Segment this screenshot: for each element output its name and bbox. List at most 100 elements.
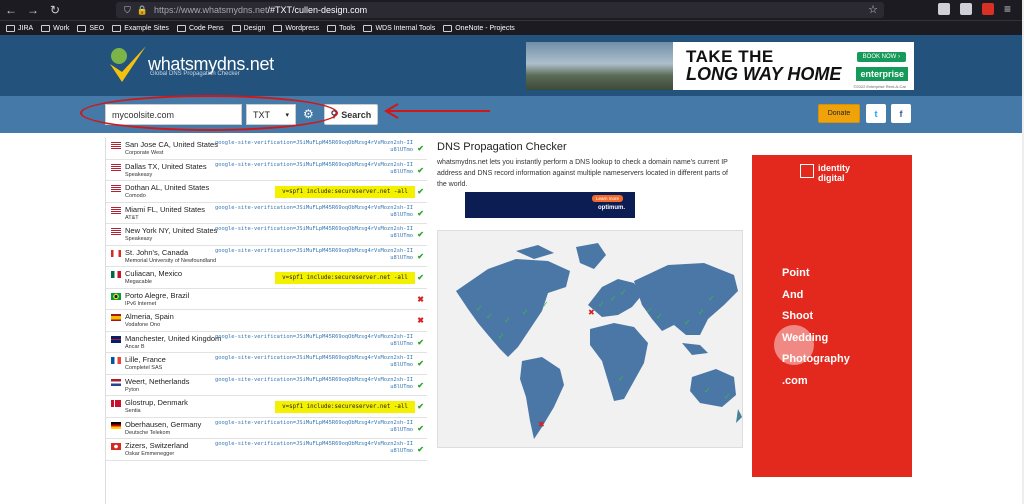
flag-de-icon <box>111 421 121 429</box>
map-ok-marker: ✓ <box>498 332 505 341</box>
folder-icon <box>231 24 241 32</box>
bookmark-label: WDS Internal Tools <box>375 24 436 32</box>
flag-br-icon <box>111 292 121 300</box>
ad-photo <box>526 42 673 90</box>
result-row: Miami FL, United States AT&T google-site-v… <box>106 203 427 224</box>
bookmark-label: Tools <box>339 24 356 32</box>
bookmark-item[interactable]: Work <box>41 24 69 32</box>
bookmarks-bar: JIRA Work SEO Example Sites Code Pens Design W… <box>0 20 1024 35</box>
result-row: New York NY, United States Speakeasy googl… <box>106 224 427 246</box>
lock-icon[interactable]: 🔒 <box>137 5 148 16</box>
result-value: google-site-verification=JSiMuFLpM45R69o… <box>215 226 413 239</box>
result-provider: Deutsche Telekom <box>125 429 171 436</box>
map-ok-marker: ✓ <box>656 312 663 321</box>
result-value: google-site-verification=JSiMuFLpM45R69o… <box>215 247 413 261</box>
back-icon[interactable]: ← <box>0 0 22 20</box>
results-list: San Jose CA, United States Corporate West… <box>105 138 427 504</box>
bookmark-item[interactable]: WDS Internal Tools <box>363 24 436 32</box>
identity-digital-logo-icon <box>800 164 814 178</box>
result-value: v=spf1 include:secureserver.net -all <box>275 186 415 198</box>
result-row: Culiacan, Mexico Megacable v=spf1 include:… <box>106 267 427 289</box>
bookmark-item[interactable]: Code Pens <box>176 24 224 32</box>
result-location: Dothan AL, United States <box>125 183 210 192</box>
donate-button[interactable]: Donate <box>818 104 860 123</box>
side-ad-line: Wedding <box>782 331 829 344</box>
folder-icon <box>327 24 337 32</box>
bookmark-item[interactable]: Design <box>231 24 266 32</box>
result-provider: Corporate West <box>125 150 164 156</box>
search-button-label: Search <box>341 109 372 120</box>
folder-icon <box>443 24 453 32</box>
world-map[interactable]: ✓ ✓ ✓ ✓ ✓ ✓ ✓ ✓ ✓ ✓ ✓ ✓ ✓ ✓ ✓ ✓ ✓ ✓ ✖ ✖ <box>437 230 743 448</box>
result-row: Oberhausen, Germany Deutsche Telekom googl… <box>106 418 427 439</box>
reload-icon[interactable]: ↻ <box>44 0 66 20</box>
inline-ad-cta[interactable]: Learn more <box>591 195 623 202</box>
pdf-extension-icon[interactable]: x <box>982 3 994 15</box>
pocket-icon[interactable]: p <box>938 3 950 15</box>
bookmark-item[interactable]: Example Sites <box>112 24 169 32</box>
result-location: Weert, Netherlands <box>125 376 190 386</box>
facebook-icon[interactable]: f <box>891 104 911 123</box>
account-icon[interactable]: a <box>960 3 972 15</box>
result-provider: Oskar Emmenegger <box>125 451 175 457</box>
side-ad-line: And <box>782 288 804 301</box>
bookmark-label: Design <box>243 24 266 32</box>
folder-icon <box>41 24 51 32</box>
bookmark-label: SEO <box>89 24 105 32</box>
map-ok-marker: ✓ <box>476 304 483 313</box>
folder-icon <box>363 24 373 32</box>
shield-icon[interactable]: ⛉ <box>124 5 131 16</box>
bookmark-label: Code Pens <box>188 24 224 32</box>
flag-gb-icon <box>111 335 121 343</box>
result-value: google-site-verification=JSiMuFLpM45R69o… <box>215 355 413 368</box>
cross-icon: ✖ <box>417 316 424 325</box>
result-value: google-site-verification=JSiMuFLpM45R69o… <box>215 333 413 347</box>
toolbar-extensions: p a x ≡ <box>938 3 1016 15</box>
annotation-arrow <box>384 103 490 119</box>
flag-nl-icon <box>111 378 121 386</box>
result-value: v=spf1 include:secureserver.net -all <box>275 401 415 413</box>
bookmark-item[interactable]: Wordpress <box>273 24 319 32</box>
result-provider: Completel SAS <box>125 365 163 371</box>
ad-book-now-button[interactable]: BOOK NOW › <box>856 52 906 62</box>
result-row: Porto Alegre, Brazil IPv6 Internet ✖ <box>106 289 427 310</box>
result-provider: Megacable <box>125 279 152 285</box>
intro-text: whatsmydns.net lets you instantly perfor… <box>437 159 728 188</box>
bookmark-item[interactable]: JIRA <box>6 24 33 32</box>
result-provider: IPv6 Internet <box>125 300 157 307</box>
bookmark-item[interactable]: OneNote - Projects <box>443 24 515 32</box>
bookmark-item[interactable]: Tools <box>327 24 356 32</box>
map-fail-marker: ✖ <box>588 308 595 317</box>
cross-icon: ✖ <box>417 294 424 304</box>
map-ok-marker: ✓ <box>618 374 625 383</box>
hamburger-menu-icon[interactable]: ≡ <box>1004 3 1016 15</box>
result-provider: Speakeasy <box>125 171 153 178</box>
inline-ad[interactable]: Learn more optimum. <box>465 192 635 218</box>
flag-us-icon <box>111 228 121 235</box>
flag-us-icon <box>111 206 121 214</box>
result-value: google-site-verification=JSiMuFLpM45R69o… <box>215 419 413 433</box>
url-path: /#TXT/cullen-design.com <box>267 5 368 15</box>
banner-ad[interactable]: TAKE THE LONG WAY HOME BOOK NOW › enterp… <box>526 42 914 90</box>
result-row: Dallas TX, United States Speakeasy google-… <box>106 160 427 181</box>
result-provider: Vodafone Ono <box>125 322 161 328</box>
check-icon: ✔ <box>417 165 424 175</box>
result-value: google-site-verification=JSiMuFLpM45R69o… <box>215 140 413 153</box>
map-ok-marker: ✓ <box>542 300 549 309</box>
check-icon: ✔ <box>417 273 424 282</box>
result-row: Manchester, United Kingdom Ancar B google-… <box>106 332 427 353</box>
result-provider: Ancar B <box>125 343 145 350</box>
map-ok-marker: ✓ <box>708 294 715 303</box>
flag-ca-icon <box>111 249 121 257</box>
result-location: Dallas TX, United States <box>125 161 207 171</box>
address-bar[interactable]: ⛉ 🔒 https://www.whatsmydns.net/#TXT/cull… <box>116 2 884 18</box>
result-location: Porto Alegre, Brazil <box>125 290 190 300</box>
logo-check-icon[interactable] <box>104 42 150 88</box>
twitter-icon[interactable]: t <box>866 104 886 123</box>
bookmark-star-icon[interactable]: ☆ <box>868 3 878 16</box>
side-ad[interactable]: identity digital Point And Shoot Wedding Pho… <box>752 155 912 477</box>
bookmark-item[interactable]: SEO <box>77 24 105 32</box>
ad-brand: enterprise <box>856 67 908 81</box>
flag-ch-icon <box>111 443 121 450</box>
forward-icon[interactable]: → <box>22 0 44 20</box>
